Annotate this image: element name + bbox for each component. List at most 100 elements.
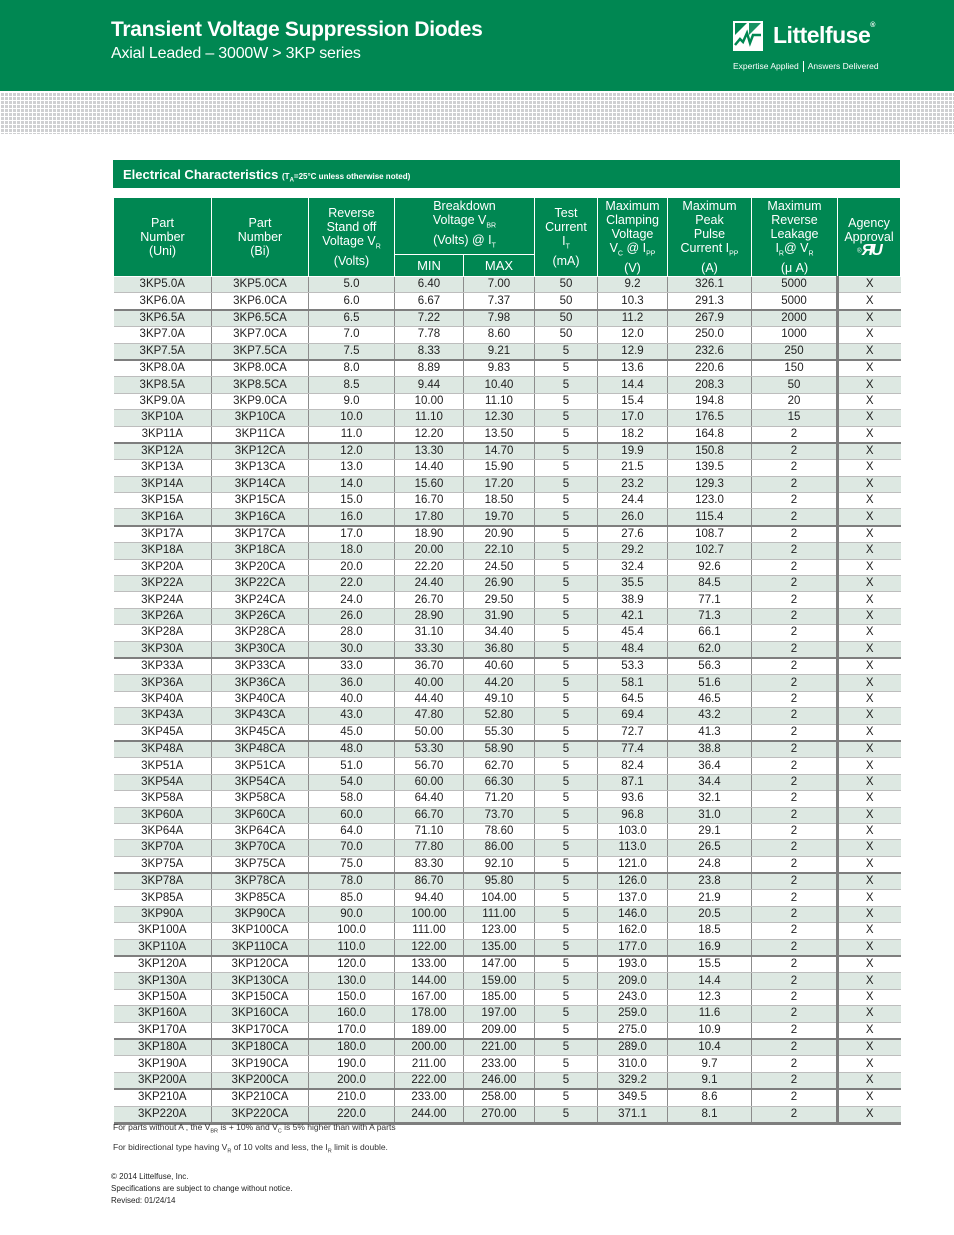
table-row: 3KP8.0A 3KP8.0CA 8.0 8.89 9.83 5 13.6 220.6 150 X [113,359,901,378]
cell-vbr-min: 22.20 [394,559,464,577]
cell-clamping-voltage: 18.2 [597,426,668,444]
cell-standoff-voltage: 58.0 [308,790,395,808]
cell-test-current: 50 [534,292,598,311]
cell-part-bi: 3KP85CA [211,889,309,907]
cell-agency-approval: X [836,326,901,344]
cell-part-bi: 3KP24CA [211,591,309,609]
cell-agency-approval: X [836,889,901,907]
cell-standoff-voltage: 16.0 [308,508,395,527]
cell-agency-approval: X [836,409,901,427]
cell-agency-approval: X [836,525,901,544]
table-row: 3KP85A 3KP85CA 85.0 94.40 104.00 5 137.0 21.9 2 X [113,889,901,907]
table-row: 3KP45A 3KP45CA 45.0 50.00 55.30 5 72.7 41.3 2 X [113,724,901,742]
cell-part-uni: 3KP190A [113,1055,212,1073]
cell-part-uni: 3KP78A [113,873,212,891]
cell-part-bi: 3KP6.0CA [211,292,309,311]
table-row: 3KP22A 3KP22CA 22.0 24.40 26.90 5 35.5 84.5 2 X [113,575,901,593]
cell-part-uni: 3KP8.5A [113,376,212,394]
col-header-reverse-leakage: Maximum Reverse Leakage IR@ VR (μ A) [751,197,838,277]
cell-part-uni: 3KP48A [113,740,212,759]
cell-vbr-max: 7.37 [463,292,535,311]
cell-part-uni: 3KP15A [113,492,212,510]
cell-standoff-voltage: 36.0 [308,674,395,692]
cell-reverse-leakage: 2 [751,1005,838,1023]
cell-vbr-max: 7.00 [463,276,535,294]
cell-reverse-leakage: 2 [751,508,838,527]
cell-part-bi: 3KP26CA [211,608,309,626]
cell-reverse-leakage: 2 [751,757,838,775]
cell-part-uni: 3KP45A [113,724,212,742]
table-row: 3KP11A 3KP11CA 11.0 12.20 13.50 5 18.2 164.8 2 X [113,426,901,444]
col-header-min: MIN [394,254,464,277]
table-row: 3KP90A 3KP90CA 90.0 100.00 111.00 5 146.0 20.5 2… [113,906,901,924]
cell-vbr-max: 58.90 [463,740,535,759]
cell-clamping-voltage: 42.1 [597,608,668,626]
cell-clamping-voltage: 13.6 [597,359,668,378]
cell-part-bi: 3KP60CA [211,807,309,824]
cell-standoff-voltage: 5.0 [308,276,395,294]
cell-test-current: 5 [534,873,598,891]
cell-part-uni: 3KP220A [113,1106,212,1125]
cell-vbr-min: 56.70 [394,757,464,775]
cell-vbr-min: 17.80 [394,508,464,527]
cell-agency-approval: X [836,1089,901,1107]
cell-vbr-min: 6.67 [394,292,464,311]
cell-vbr-max: 9.21 [463,343,535,361]
cell-part-bi: 3KP190CA [211,1055,309,1073]
cell-test-current: 50 [534,309,598,328]
cell-agency-approval: X [836,757,901,775]
cell-vbr-max: 62.70 [463,757,535,775]
cell-standoff-voltage: 40.0 [308,691,395,709]
cell-agency-approval: X [836,856,901,875]
cell-agency-approval: X [836,839,901,857]
cell-vbr-max: 44.20 [463,674,535,692]
cell-part-bi: 3KP13CA [211,459,309,477]
cell-part-bi: 3KP100CA [211,922,309,940]
cell-part-uni: 3KP16A [113,508,212,527]
cell-standoff-voltage: 33.0 [308,657,395,676]
cell-standoff-voltage: 11.0 [308,426,395,444]
cell-reverse-leakage: 2 [751,856,838,875]
cell-standoff-voltage: 24.0 [308,591,395,609]
cell-peak-pulse-current: 10.9 [667,1022,752,1040]
cell-standoff-voltage: 8.5 [308,376,395,394]
cell-peak-pulse-current: 32.1 [667,790,752,808]
cell-reverse-leakage: 2 [751,641,838,659]
cell-standoff-voltage: 210.0 [308,1089,395,1107]
cell-vbr-min: 66.70 [394,807,464,824]
cell-vbr-min: 10.00 [394,393,464,411]
cell-part-uni: 3KP160A [113,1005,212,1023]
cell-vbr-min: 111.00 [394,922,464,940]
cell-part-uni: 3KP51A [113,757,212,775]
cell-vbr-min: 71.10 [394,823,464,841]
table-row: 3KP12A 3KP12CA 12.0 13.30 14.70 5 19.9 150.8 2 X [113,442,901,461]
cell-part-bi: 3KP160CA [211,1005,309,1023]
cell-reverse-leakage: 2 [751,823,838,841]
cell-reverse-leakage: 50 [751,376,838,394]
table-row: 3KP24A 3KP24CA 24.0 26.70 29.50 5 38.9 77.1 2 X [113,591,901,609]
cell-part-bi: 3KP28CA [211,624,309,642]
table-row: 3KP7.0A 3KP7.0CA 7.0 7.78 8.60 50 12.0 250.0 100… [113,326,901,344]
cell-peak-pulse-current: 194.8 [667,393,752,411]
cell-part-bi: 3KP64CA [211,823,309,841]
cell-test-current: 5 [534,839,598,857]
cell-vbr-min: 83.30 [394,856,464,875]
decorative-texture-band [0,92,954,134]
cell-standoff-voltage: 15.0 [308,492,395,510]
cell-part-uni: 3KP85A [113,889,212,907]
cell-vbr-max: 159.00 [463,972,535,990]
cell-test-current: 5 [534,922,598,940]
cell-part-bi: 3KP58CA [211,790,309,808]
table-row: 3KP33A 3KP33CA 33.0 36.70 40.60 5 53.3 56.3 2 X [113,657,901,676]
cell-agency-approval: X [836,343,901,361]
cell-test-current: 5 [534,376,598,394]
table-row: 3KP26A 3KP26CA 26.0 28.90 31.90 5 42.1 71.3 2 X [113,608,901,626]
cell-reverse-leakage: 2 [751,426,838,444]
cell-standoff-voltage: 110.0 [308,939,395,958]
cell-reverse-leakage: 2 [751,1038,838,1057]
cell-agency-approval: X [836,426,901,444]
cell-agency-approval: X [836,276,901,294]
cell-vbr-min: 31.10 [394,624,464,642]
cell-part-bi: 3KP7.5CA [211,343,309,361]
cell-vbr-max: 55.30 [463,724,535,742]
